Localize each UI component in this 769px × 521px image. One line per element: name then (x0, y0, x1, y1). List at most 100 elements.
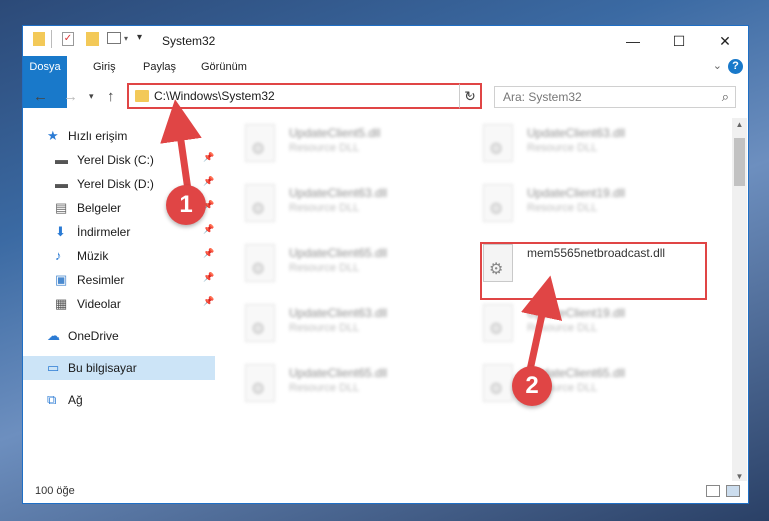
help-button[interactable]: ? (728, 59, 743, 74)
dll-file-icon: ⚙ (245, 304, 275, 342)
large-icons-view-icon[interactable] (726, 485, 740, 497)
sidebar-item-label: Resimler (77, 273, 125, 287)
file-item[interactable]: ⚙ UpdateClient19.dll Resource DLL (461, 182, 691, 234)
maximize-button[interactable]: ☐ (656, 26, 702, 56)
dll-file-icon: ⚙ (245, 244, 275, 282)
refresh-button[interactable]: ↻ (459, 83, 482, 109)
sidebar-item-label: Yerel Disk (D:) (77, 177, 154, 191)
file-type: Resource DLL (527, 142, 598, 154)
pin-icon[interactable]: 📌 (203, 176, 214, 187)
file-type: Resource DLL (527, 322, 598, 334)
properties-icon[interactable]: ✓ (62, 32, 74, 46)
sidebar-item-1[interactable]: ▬ Yerel Disk (C:) 📌 (23, 148, 215, 172)
gear-icon: ⚙ (489, 381, 504, 398)
pictures-icon: ▣ (55, 272, 68, 287)
file-item[interactable]: ⚙ UpdateClient19.dll Resource DLL (461, 302, 691, 354)
dropdown-icon[interactable]: ▾ (124, 34, 128, 43)
quick-access-dropdown-icon[interactable]: ▾ (137, 32, 142, 43)
collapse-ribbon-icon[interactable]: ⌄ (713, 59, 722, 72)
callout-badge-2: 2 (512, 366, 552, 406)
gear-icon: ⚙ (489, 321, 504, 338)
sidebar-item-6[interactable]: ▣ Resimler 📌 (23, 268, 215, 292)
file-item[interactable]: ⚙ UpdateClient63.dll Resource DLL (223, 302, 453, 354)
file-item[interactable]: ⚙ UpdateClient5.dll Resource DLL (223, 122, 453, 174)
sidebar-item-5[interactable]: ♪ Müzik 📌 (23, 244, 215, 268)
download-icon: ⬇ (55, 224, 66, 239)
file-list: ⚙ UpdateClient5.dll Resource DLL ⚙ UpdateCli… (223, 118, 733, 483)
dll-file-icon: ⚙ (245, 364, 275, 402)
file-type: Resource DLL (527, 202, 598, 214)
sidebar-item-label: Hızlı erişim (68, 129, 128, 143)
gear-icon: ⚙ (251, 261, 266, 278)
file-type: Resource DLL (289, 202, 360, 214)
gear-icon: ⚙ (489, 201, 504, 218)
minimize-button[interactable]: — (610, 26, 656, 56)
pin-icon[interactable]: 📌 (203, 224, 214, 235)
recent-locations-icon[interactable]: ▾ (89, 91, 94, 102)
dll-file-icon: ⚙ (483, 364, 513, 402)
sidebar-item-label: Yerel Disk (C:) (77, 153, 154, 167)
file-item[interactable]: ⚙ UpdateClient63.dll Resource DLL (461, 122, 691, 174)
sidebar-item-0[interactable]: ★ Hızlı erişim (23, 124, 215, 148)
file-name: UpdateClient63.dll (289, 306, 388, 320)
documents-icon: ▤ (55, 200, 68, 215)
dll-file-icon: ⚙ (483, 124, 513, 162)
dll-file-icon: ⚙ (245, 184, 275, 222)
dll-file-icon: ⚙ (245, 124, 275, 162)
tab-share[interactable]: Paylaş (143, 56, 176, 78)
file-type: Resource DLL (289, 142, 360, 154)
sidebar-item-7[interactable]: ▦ Videolar 📌 (23, 292, 215, 316)
sidebar-item-label: OneDrive (68, 329, 119, 343)
scroll-up-icon[interactable]: ▲ (732, 120, 747, 129)
scrollbar-thumb[interactable] (734, 138, 745, 186)
file-name: UpdateClient19.dll (527, 306, 626, 320)
tab-home[interactable]: Giriş (93, 56, 116, 78)
drive-icon: ▬ (55, 176, 68, 191)
cloud-icon: ☁ (47, 328, 60, 343)
pin-icon[interactable]: 📌 (203, 152, 214, 163)
scroll-down-icon[interactable]: ▼ (732, 472, 747, 481)
pin-icon[interactable]: 📌 (203, 272, 214, 283)
sidebar-item-label: Bu bilgisayar (68, 361, 137, 375)
gear-icon: ⚙ (251, 201, 266, 218)
file-name: UpdateClient63.dll (289, 186, 388, 200)
dll-file-icon: ⚙ (483, 184, 513, 222)
customize-icon[interactable] (107, 32, 121, 44)
folder-icon (135, 90, 149, 102)
navigation-bar: ← → ▾ ↑ C:\Windows\System32 ⌄ ↻ Ara: Sys… (23, 81, 748, 113)
pin-icon[interactable]: 📌 (203, 296, 214, 307)
sidebar-item-9[interactable]: ▭ Bu bilgisayar (23, 356, 215, 380)
gear-icon: ⚙ (251, 141, 266, 158)
pin-icon[interactable]: 📌 (203, 248, 214, 259)
details-view-icon[interactable] (706, 485, 720, 497)
file-name: UpdateClient63.dll (527, 126, 626, 140)
file-item[interactable]: ⚙ UpdateClient65.dll Resource DLL (461, 362, 691, 414)
callout-badge-1: 1 (166, 185, 206, 225)
window-title: System32 (162, 34, 216, 48)
sidebar-item-8[interactable]: ☁ OneDrive (23, 324, 215, 348)
vertical-scrollbar[interactable]: ▲ ▼ (732, 118, 747, 483)
forward-icon[interactable]: → (63, 88, 78, 105)
new-folder-icon[interactable] (86, 32, 99, 46)
sidebar-item-label: Müzik (77, 249, 109, 263)
search-input[interactable]: Ara: System32 ⌕ (494, 86, 736, 108)
sidebar-item-label: Belgeler (77, 201, 122, 215)
file-item[interactable]: ⚙ UpdateClient65.dll Resource DLL (223, 242, 453, 294)
file-name: UpdateClient65.dll (289, 246, 388, 260)
file-item[interactable]: ⚙ UpdateClient63.dll Resource DLL (223, 182, 453, 234)
search-placeholder: Ara: System32 (503, 90, 582, 104)
address-bar[interactable]: C:\Windows\System32 ⌄ (127, 83, 482, 109)
file-type: Resource DLL (289, 382, 360, 394)
file-type: Resource DLL (289, 322, 360, 334)
explorer-window: ✓ ▾ ▾ System32 — ☐ ✕ Dosya Giriş Paylaş … (22, 25, 749, 504)
address-path[interactable]: C:\Windows\System32 (154, 89, 275, 103)
gear-icon: ⚙ (251, 321, 266, 338)
up-icon[interactable]: ↑ (107, 88, 115, 105)
close-button[interactable]: ✕ (702, 26, 748, 56)
music-icon: ♪ (55, 248, 62, 263)
gear-icon: ⚙ (489, 141, 504, 158)
file-item[interactable]: ⚙ UpdateClient65.dll Resource DLL (223, 362, 453, 414)
sidebar-item-10[interactable]: ⧉ Ağ (23, 388, 215, 412)
back-icon[interactable]: ← (33, 88, 48, 105)
tab-view[interactable]: Görünüm (201, 56, 247, 78)
